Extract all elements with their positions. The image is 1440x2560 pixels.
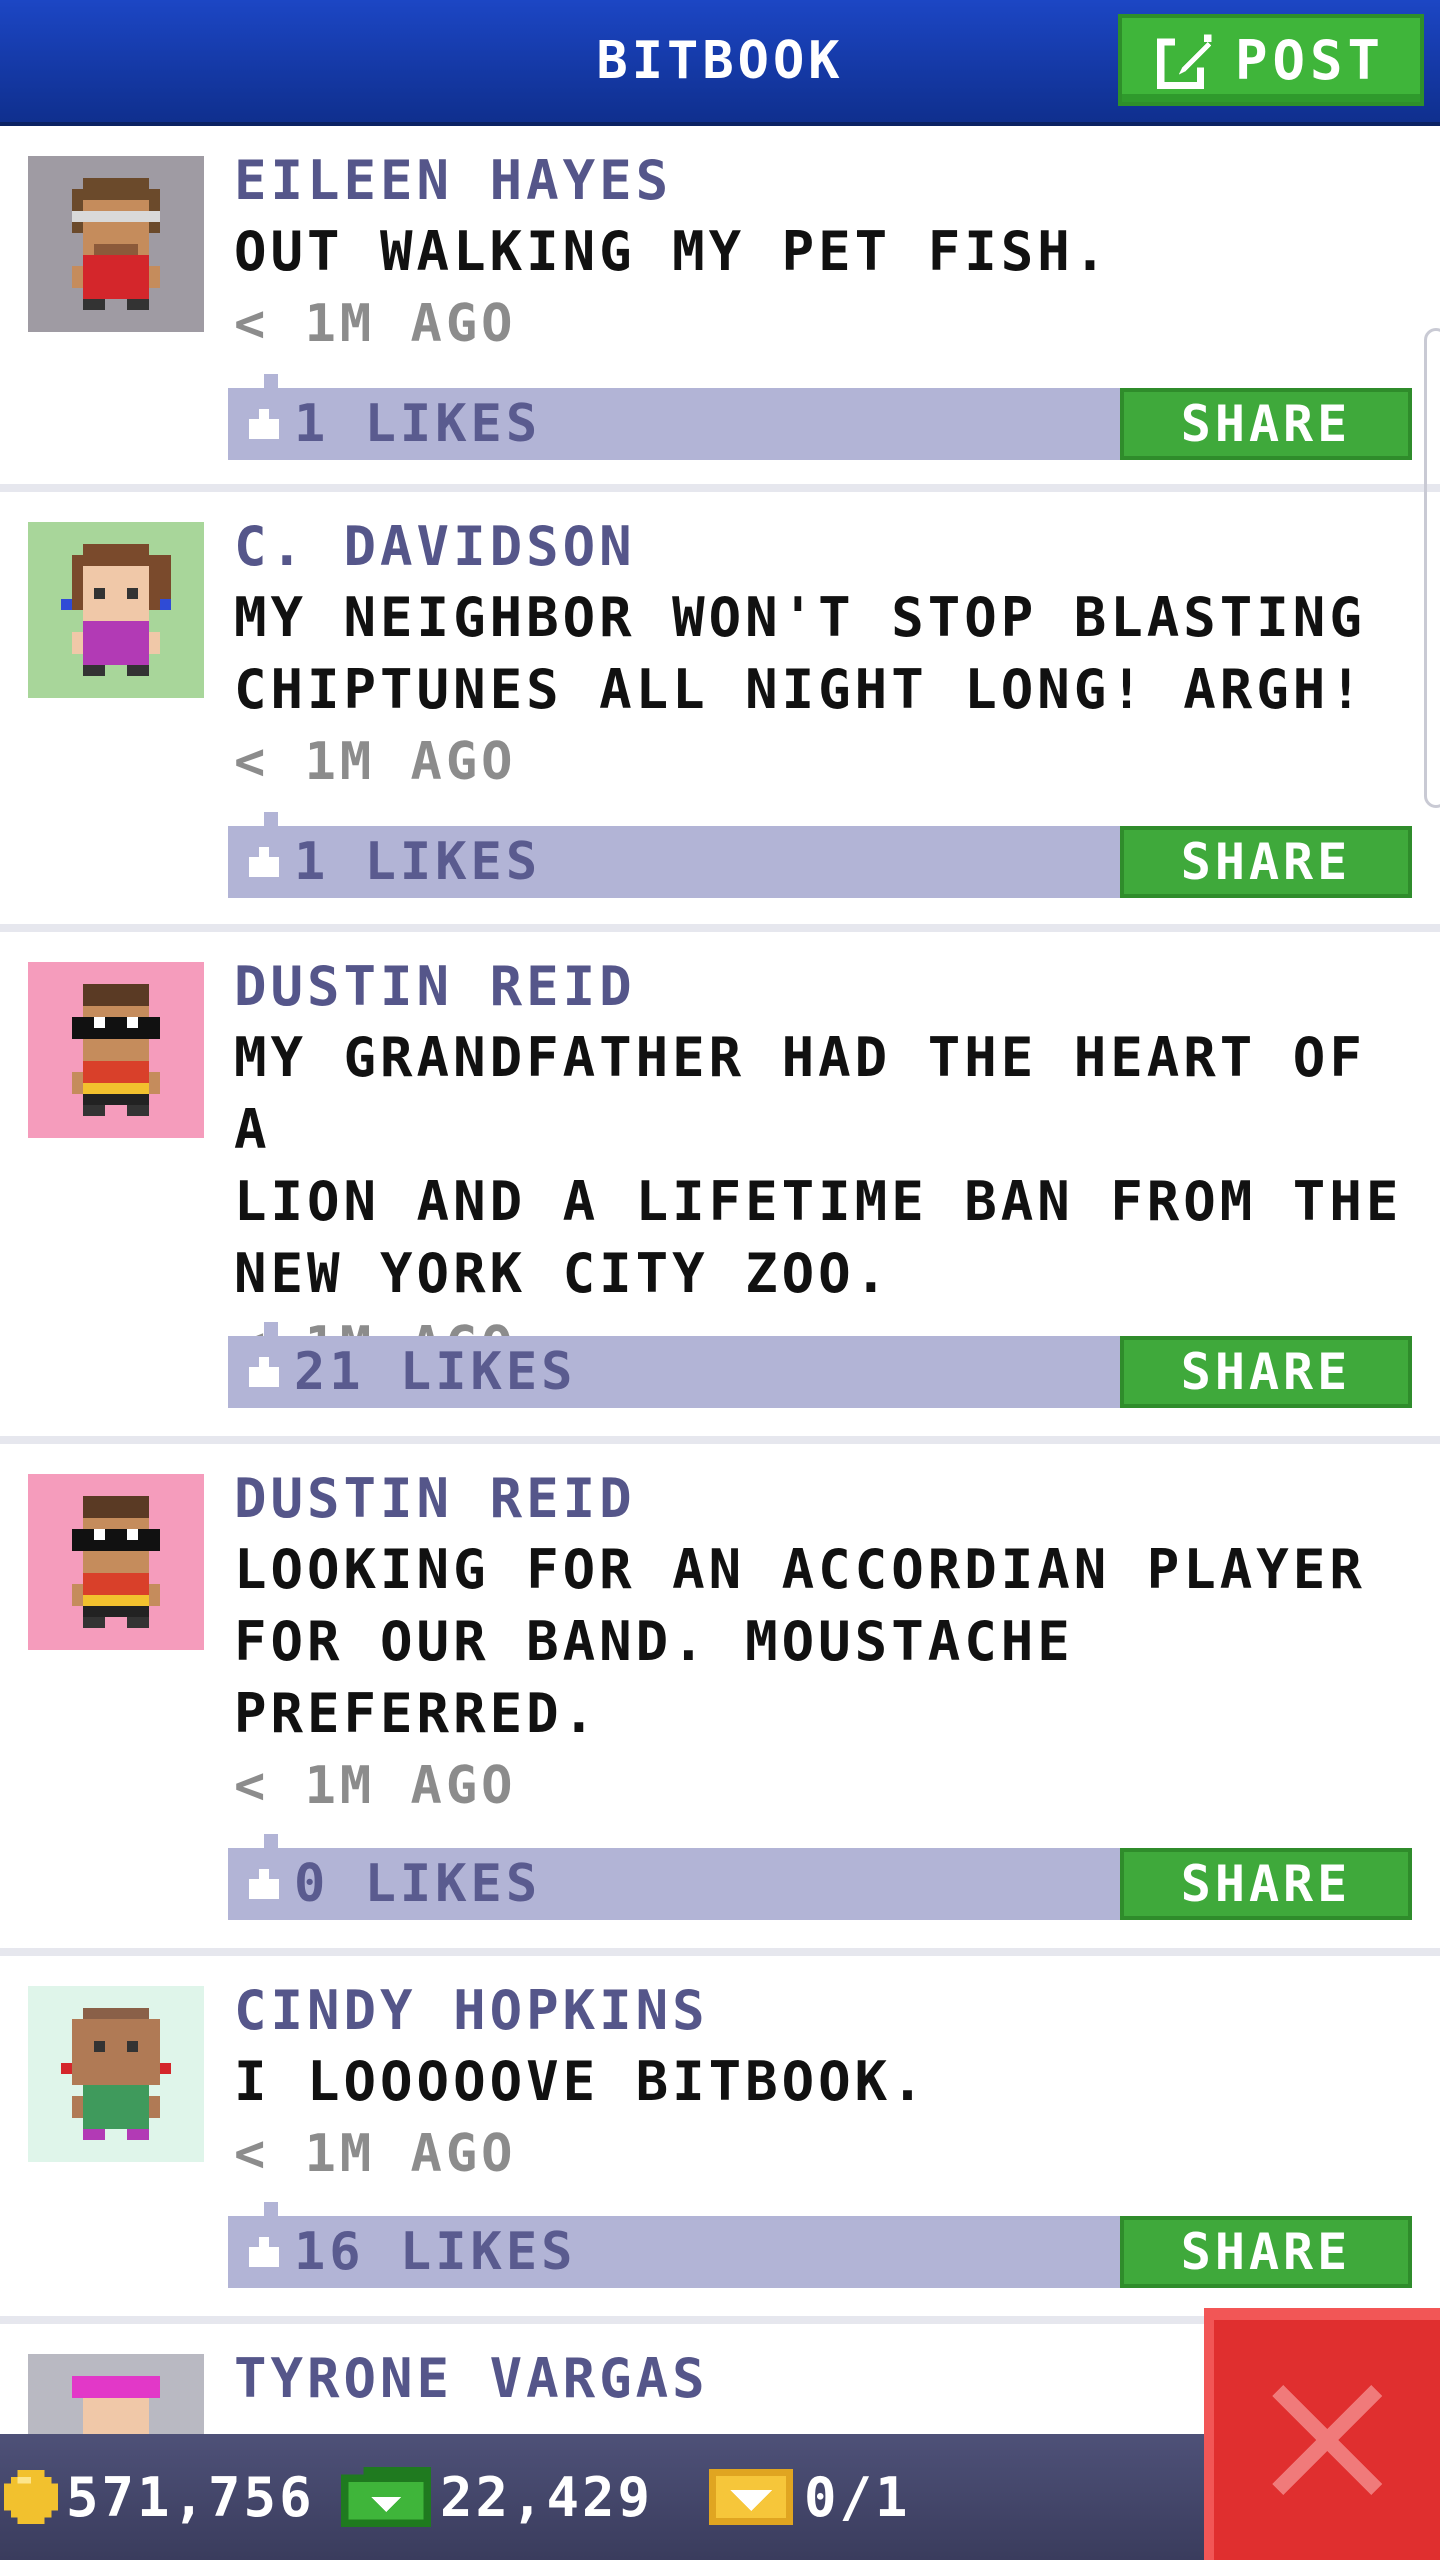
share-button[interactable]: SHARE (1120, 1848, 1412, 1920)
like-count[interactable]: 1 LIKES (244, 388, 541, 460)
post-button-label: POST (1234, 28, 1386, 92)
like-count-label: 1 LIKES (294, 832, 542, 892)
post-message: MY NEIGHBOR WON'T STOP BLASTING CHIPTUNE… (234, 586, 1366, 721)
post-author[interactable]: EILEEN HAYES (234, 146, 1424, 216)
like-bar: 16 LIKES SHARE (228, 2202, 1412, 2288)
tickets-counter[interactable]: 0/1 (706, 2434, 911, 2560)
avatar[interactable] (28, 156, 204, 332)
share-button[interactable]: SHARE (1120, 1336, 1412, 1408)
avatar[interactable] (28, 1474, 204, 1650)
like-count[interactable]: 1 LIKES (244, 826, 541, 898)
ticket-icon (709, 2469, 793, 2525)
like-count-label: 1 LIKES (294, 394, 542, 454)
share-button[interactable]: SHARE (1120, 2216, 1412, 2288)
app-header: BITBOOK POST (0, 0, 1440, 126)
thumbs-up-icon (249, 409, 279, 439)
post-message: I LOOOOOVE BITBOOK. (234, 2050, 928, 2113)
feed-post: C. DAVIDSON MY NEIGHBOR WON'T STOP BLAST… (0, 492, 1440, 932)
post-timestamp: < 1M AGO (234, 2124, 517, 2184)
feed-post: CINDY HOPKINS I LOOOOOVE BITBOOK. < 1M A… (0, 1956, 1440, 2324)
like-bar: 21 LIKES SHARE (228, 1322, 1412, 1408)
post-author[interactable]: CINDY HOPKINS (234, 1976, 1424, 2046)
close-icon (1272, 2385, 1382, 2495)
like-count-label: 0 LIKES (294, 1854, 542, 1914)
post-button[interactable]: POST (1118, 14, 1424, 106)
thumbs-up-icon (249, 2237, 279, 2267)
post-author[interactable]: DUSTIN REID (234, 1464, 1424, 1534)
like-count[interactable]: 21 LIKES (244, 1336, 576, 1408)
post-body: C. DAVIDSON MY NEIGHBOR WON'T STOP BLAST… (234, 512, 1424, 798)
tickets-value: 0/1 (804, 2465, 911, 2529)
feed-list[interactable]: EILEEN HAYES OUT WALKING MY PET FISH. < … (0, 126, 1440, 2544)
like-count-label: 21 LIKES (294, 1342, 577, 1402)
bux-icon (341, 2467, 431, 2527)
like-bar: 1 LIKES SHARE (228, 812, 1412, 898)
bux-value: 22,429 (440, 2465, 654, 2529)
post-author[interactable]: C. DAVIDSON (234, 512, 1424, 582)
like-bar: 0 LIKES SHARE (228, 1834, 1412, 1920)
avatar[interactable] (28, 522, 204, 698)
like-count[interactable]: 0 LIKES (244, 1848, 541, 1920)
thumbs-up-icon (249, 847, 279, 877)
post-body: DUSTIN REID MY GRANDFATHER HAD THE HEART… (234, 952, 1424, 1382)
share-button[interactable]: SHARE (1120, 826, 1412, 898)
post-author[interactable]: DUSTIN REID (234, 952, 1424, 1022)
like-count-label: 16 LIKES (294, 2222, 577, 2282)
post-message: LOOKING FOR AN ACCORDIAN PLAYER FOR OUR … (234, 1538, 1366, 1745)
post-timestamp: < 1M AGO (234, 294, 517, 354)
post-message: OUT WALKING MY PET FISH. (234, 220, 1111, 283)
post-timestamp: < 1M AGO (234, 1756, 517, 1816)
bux-counter[interactable]: 22,429 (340, 2434, 653, 2560)
close-button[interactable] (1204, 2308, 1440, 2560)
post-timestamp: < 1M AGO (234, 732, 517, 792)
thumbs-up-icon (249, 1357, 279, 1387)
post-message: MY GRANDFATHER HAD THE HEART OF A LION A… (234, 1026, 1403, 1305)
scrollbar[interactable] (1424, 328, 1440, 808)
feed-post: EILEEN HAYES OUT WALKING MY PET FISH. < … (0, 126, 1440, 492)
feed-post: DUSTIN REID LOOKING FOR AN ACCORDIAN PLA… (0, 1444, 1440, 1956)
coins-counter[interactable]: 571,756 (4, 2434, 315, 2560)
coins-value: 571,756 (66, 2465, 315, 2529)
coin-icon (4, 2470, 58, 2524)
post-body: CINDY HOPKINS I LOOOOOVE BITBOOK. < 1M A… (234, 1976, 1424, 2190)
edit-icon (1156, 34, 1215, 89)
like-bar: 1 LIKES SHARE (228, 374, 1412, 460)
avatar[interactable] (28, 1986, 204, 2162)
post-body: EILEEN HAYES OUT WALKING MY PET FISH. < … (234, 146, 1424, 360)
post-body: DUSTIN REID LOOKING FOR AN ACCORDIAN PLA… (234, 1464, 1424, 1822)
feed-post: DUSTIN REID MY GRANDFATHER HAD THE HEART… (0, 932, 1440, 1444)
like-count[interactable]: 16 LIKES (244, 2216, 576, 2288)
avatar[interactable] (28, 962, 204, 1138)
thumbs-up-icon (249, 1869, 279, 1899)
share-button[interactable]: SHARE (1120, 388, 1412, 460)
